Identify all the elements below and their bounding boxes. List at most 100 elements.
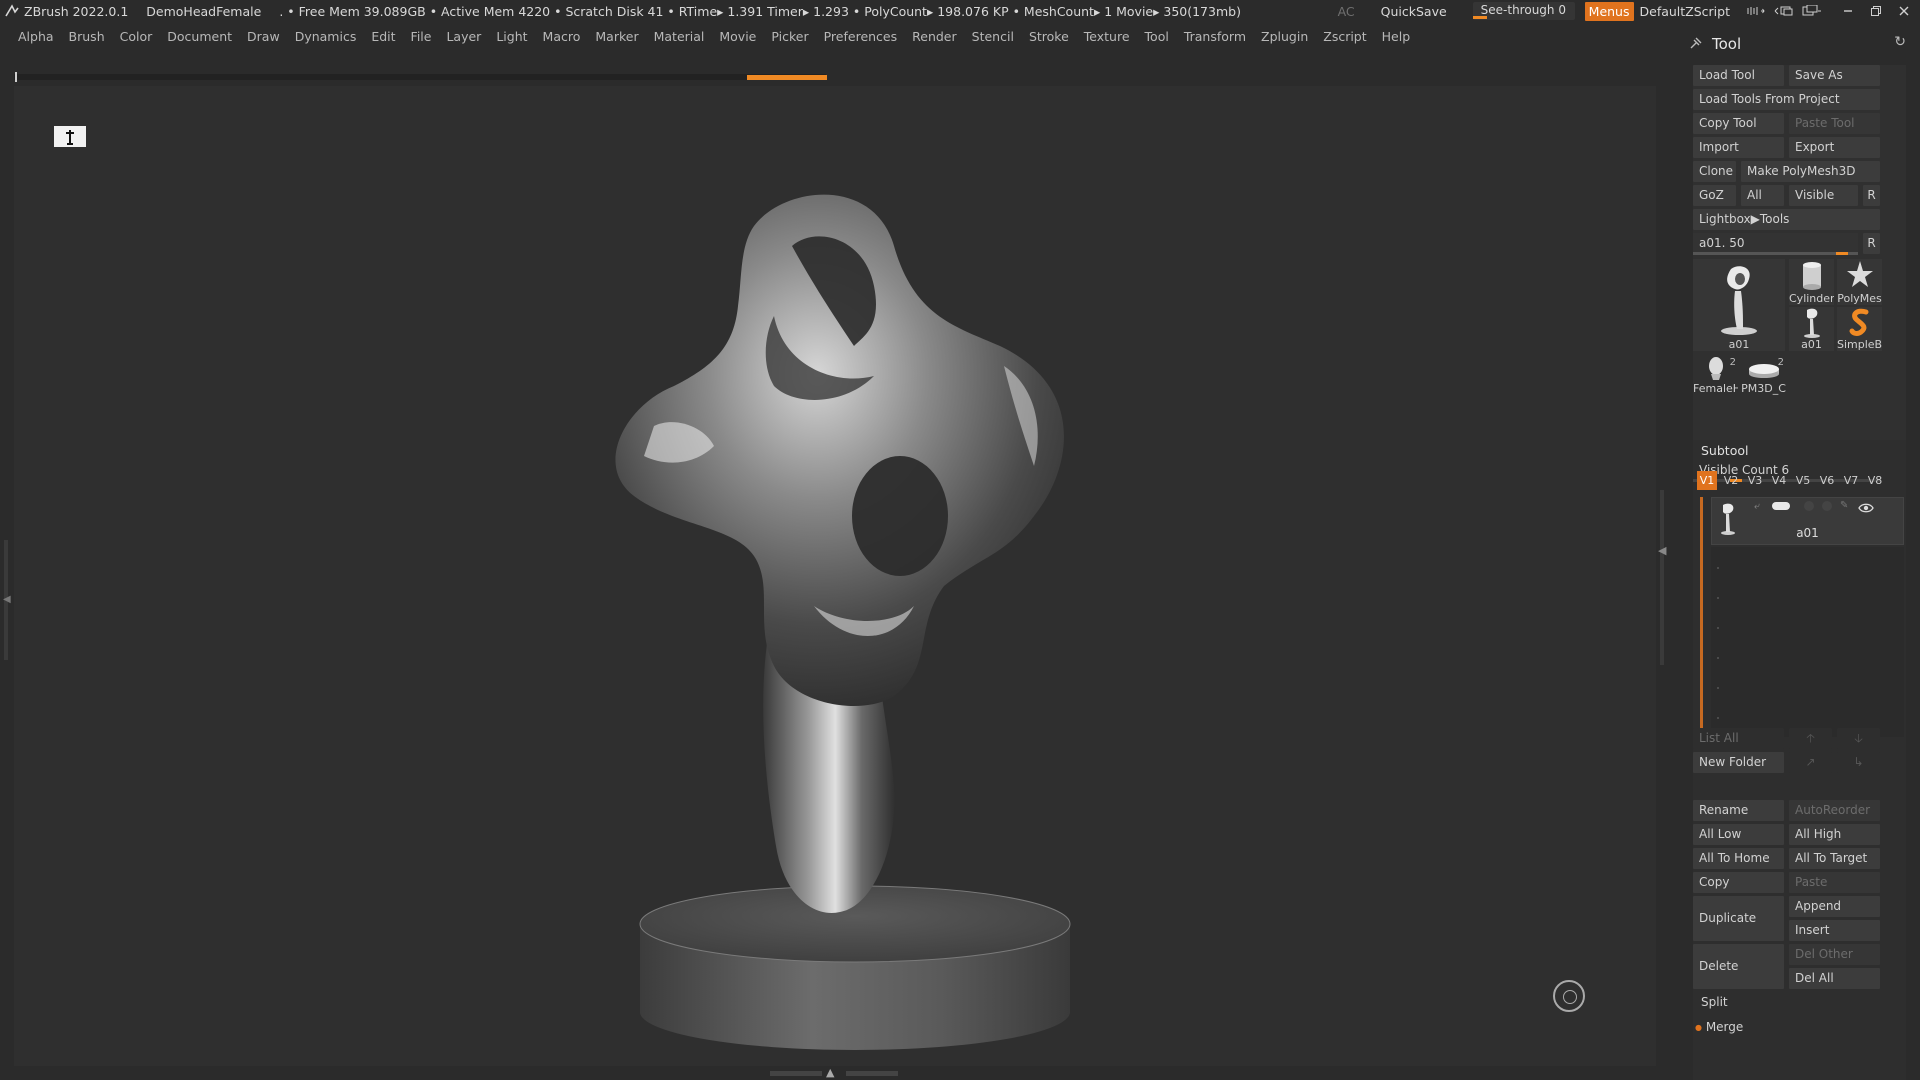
all-to-home-button[interactable]: All To Home — [1693, 848, 1784, 869]
menu-item-brush[interactable]: Brush — [69, 29, 105, 44]
menu-item-stencil[interactable]: Stencil — [972, 29, 1014, 44]
menu-item-layer[interactable]: Layer — [446, 29, 481, 44]
left-shelf-arrow-icon[interactable]: ◀ — [3, 594, 11, 605]
menu-item-texture[interactable]: Texture — [1084, 29, 1130, 44]
navigation-gizmo-icon[interactable] — [1553, 980, 1585, 1012]
menu-item-transform[interactable]: Transform — [1184, 29, 1246, 44]
menu-item-stroke[interactable]: Stroke — [1029, 29, 1069, 44]
tool-slider[interactable]: a01. 50 — [1693, 233, 1858, 255]
del-all-button[interactable]: Del All — [1789, 968, 1880, 989]
menu-item-macro[interactable]: Macro — [543, 29, 581, 44]
split-section[interactable]: Split — [1701, 995, 1728, 1009]
menu-item-dynamics[interactable]: Dynamics — [295, 29, 357, 44]
minimize-icon[interactable] — [1836, 0, 1860, 22]
close-icon[interactable] — [1892, 0, 1916, 22]
paste-tool-button[interactable]: Paste Tool — [1789, 113, 1880, 134]
menu-item-material[interactable]: Material — [654, 29, 705, 44]
append-button[interactable]: Append — [1789, 896, 1880, 917]
duplicate-button[interactable]: Duplicate — [1693, 896, 1784, 941]
tiny-ui-icon[interactable] — [1744, 0, 1768, 22]
menu-item-zscript[interactable]: Zscript — [1323, 29, 1366, 44]
version-button-v1[interactable]: V1 — [1697, 471, 1717, 490]
subtool-scrollbar[interactable] — [1700, 497, 1703, 732]
export-button[interactable]: Export — [1789, 137, 1880, 158]
list-all-button[interactable]: List All — [1693, 728, 1784, 749]
all-to-target-button[interactable]: All To Target — [1789, 848, 1880, 869]
version-button-v4[interactable]: V4 — [1769, 471, 1789, 490]
tool-thumb-a01-small[interactable]: a01 — [1789, 307, 1834, 351]
import-button[interactable]: Import — [1693, 137, 1784, 158]
quicksave-button[interactable]: QuickSave — [1381, 4, 1447, 19]
timeline-marker[interactable] — [747, 75, 827, 80]
merge-section[interactable]: ● Merge — [1695, 1020, 1743, 1034]
document-canvas[interactable] — [14, 86, 1656, 1066]
tool-slider-knob[interactable] — [1836, 252, 1849, 255]
menu-item-preferences[interactable]: Preferences — [824, 29, 898, 44]
pen-icon[interactable]: ✎ — [1840, 500, 1848, 511]
menu-item-help[interactable]: Help — [1382, 29, 1411, 44]
clone-button[interactable]: Clone — [1693, 161, 1736, 182]
menu-item-alpha[interactable]: Alpha — [18, 29, 54, 44]
polypaint-toggle-icon[interactable] — [1772, 502, 1790, 510]
subtool-title[interactable]: Subtool — [1701, 443, 1748, 458]
tool-thumb-pm3d[interactable]: 2 PM3D_C — [1741, 355, 1786, 395]
all-high-button[interactable]: All High — [1789, 824, 1880, 845]
copy-tool-button[interactable]: Copy Tool — [1693, 113, 1784, 134]
tool-thumb-cylinder[interactable]: Cylinder — [1789, 259, 1834, 305]
load-tool-button[interactable]: Load Tool — [1693, 65, 1784, 86]
menu-item-picker[interactable]: Picker — [771, 29, 808, 44]
new-folder-button[interactable]: New Folder — [1693, 752, 1784, 773]
perspective-icon[interactable] — [54, 126, 86, 147]
version-button-v8[interactable]: V8 — [1865, 471, 1885, 490]
insert-button[interactable]: Insert — [1789, 920, 1880, 941]
version-button-v3[interactable]: V3 — [1745, 471, 1765, 490]
reset-icon[interactable]: ↻ — [1894, 34, 1906, 50]
menu-item-draw[interactable]: Draw — [247, 29, 280, 44]
folder-up-icon[interactable]: ↗ — [1789, 752, 1832, 773]
bottom-shelf-handle-right[interactable] — [846, 1071, 898, 1076]
pin-icon[interactable] — [1684, 33, 1706, 55]
restore-icon[interactable] — [1864, 0, 1888, 22]
menu-item-light[interactable]: Light — [496, 29, 527, 44]
visibility-eye-icon[interactable] — [1858, 499, 1874, 518]
dynamesh-icon[interactable] — [1804, 501, 1814, 511]
right-shelf-grip[interactable] — [1660, 490, 1664, 665]
lightbox-tools-button[interactable]: Lightbox▶Tools — [1693, 209, 1880, 230]
del-other-button[interactable]: Del Other — [1789, 944, 1880, 965]
move-down-icon[interactable]: 🡣 — [1837, 728, 1880, 749]
tool-palette-header[interactable]: Tool ↻ — [1680, 32, 1920, 56]
move-up-icon[interactable]: 🡡 — [1789, 728, 1832, 749]
save-as-button[interactable]: Save As — [1789, 65, 1880, 86]
bottom-shelf-handle-left[interactable] — [770, 1071, 822, 1076]
tool-thumb-femaleh[interactable]: 2 FemaleH — [1693, 355, 1738, 395]
subtool-item-a01[interactable]: ⤶ ✎ a01 — [1711, 497, 1904, 545]
load-tools-from-project-button[interactable]: Load Tools From Project — [1693, 89, 1880, 110]
right-shelf-arrow-icon[interactable]: ◀ — [1658, 544, 1666, 557]
version-button-v6[interactable]: V6 — [1817, 471, 1837, 490]
menu-item-zplugin[interactable]: Zplugin — [1261, 29, 1308, 44]
bottom-shelf-arrow-icon[interactable]: ▲ — [826, 1066, 834, 1079]
goz-all-button[interactable]: All — [1741, 185, 1784, 206]
menu-item-render[interactable]: Render — [912, 29, 957, 44]
tool-thumb-simpleb[interactable]: SimpleB — [1837, 307, 1882, 351]
subtool-list[interactable] — [1711, 547, 1904, 737]
tool-thumb-a01-main[interactable]: a01 — [1693, 259, 1785, 351]
window-layout-icon[interactable] — [1800, 0, 1824, 22]
menu-item-file[interactable]: File — [411, 29, 432, 44]
default-zscript-button[interactable]: DefaultZScript — [1640, 4, 1731, 19]
copy-button[interactable]: Copy — [1693, 872, 1784, 893]
tool-thumb-polymesh[interactable]: PolyMes — [1837, 259, 1882, 305]
make-polymesh3d-button[interactable]: Make PolyMesh3D — [1741, 161, 1880, 182]
seethrough-slider[interactable]: See-through 0 — [1472, 2, 1575, 20]
goz-r-button[interactable]: R — [1863, 185, 1880, 206]
folder-down-icon[interactable]: ↳ — [1837, 752, 1880, 773]
version-button-v5[interactable]: V5 — [1793, 471, 1813, 490]
menu-item-color[interactable]: Color — [120, 29, 153, 44]
layout-icon[interactable] — [1772, 0, 1796, 22]
menu-item-tool[interactable]: Tool — [1145, 29, 1169, 44]
version-button-v2[interactable]: V2 — [1721, 471, 1741, 490]
brush-icon[interactable]: ⤶ — [1754, 501, 1760, 512]
autoreorder-button[interactable]: AutoReorder — [1789, 800, 1880, 821]
menu-item-document[interactable]: Document — [167, 29, 232, 44]
paste-button[interactable]: Paste — [1789, 872, 1880, 893]
